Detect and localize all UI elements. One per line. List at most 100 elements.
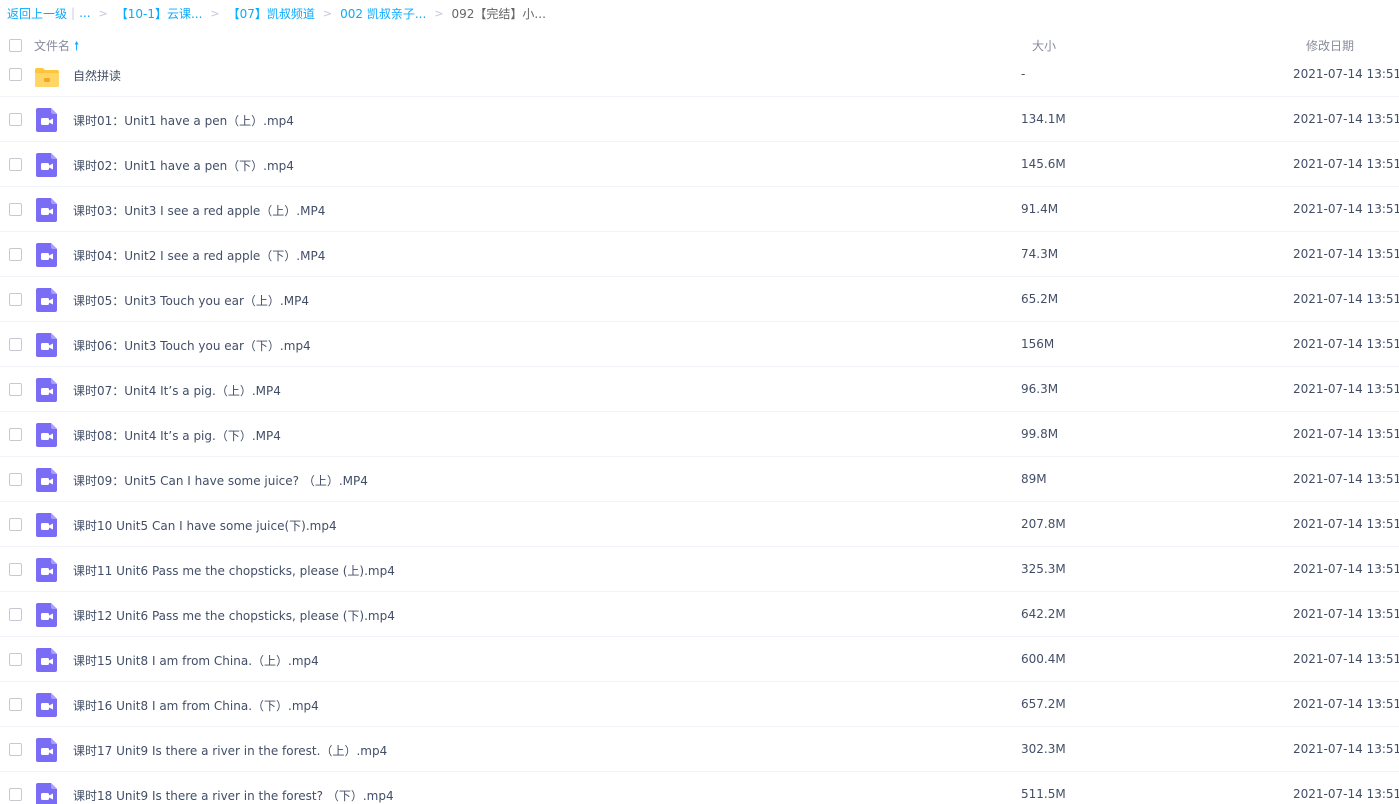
file-name[interactable]: 课时09：Unit5 Can I have some juice? （上）.MP… bbox=[73, 472, 368, 489]
row-checkbox[interactable] bbox=[9, 158, 22, 171]
row-checkbox[interactable] bbox=[9, 428, 22, 441]
breadcrumb: 返回上一级 | ... > 【10-1】云课... > 【07】凯叔频道 > 0… bbox=[7, 4, 546, 22]
file-name[interactable]: 课时18 Unit9 Is there a river in the fores… bbox=[73, 787, 394, 804]
folder-icon bbox=[34, 64, 60, 90]
file-size: 511.5M bbox=[1021, 787, 1066, 801]
file-date: 2021-07-14 13:51 bbox=[1293, 67, 1399, 81]
file-name[interactable]: 课时03：Unit3 I see a red apple（上）.MP4 bbox=[73, 202, 325, 219]
row-checkbox[interactable] bbox=[9, 608, 22, 621]
row-checkbox[interactable] bbox=[9, 203, 22, 216]
file-row[interactable]: 课时02：Unit1 have a pen（下）.mp4 145.6M 2021… bbox=[0, 142, 1399, 187]
file-name[interactable]: 课时11 Unit6 Pass me the chopsticks, pleas… bbox=[73, 562, 395, 579]
file-name[interactable]: 课时07：Unit4 It’s a pig.（上）.MP4 bbox=[73, 382, 281, 399]
file-row[interactable]: 课时05：Unit3 Touch you ear（上）.MP4 65.2M 20… bbox=[0, 277, 1399, 322]
file-date: 2021-07-14 13:51 bbox=[1293, 157, 1399, 171]
breadcrumb-ellipsis[interactable]: ... bbox=[79, 6, 90, 20]
file-row[interactable]: 课时04：Unit2 I see a red apple（下）.MP4 74.3… bbox=[0, 232, 1399, 277]
row-checkbox[interactable] bbox=[9, 563, 22, 576]
back-link[interactable]: 返回上一级 bbox=[7, 5, 67, 22]
breadcrumb-item[interactable]: 【07】凯叔频道 bbox=[228, 5, 315, 22]
breadcrumb-item[interactable]: 002 凯叔亲子... bbox=[340, 5, 426, 22]
file-date: 2021-07-14 13:51 bbox=[1293, 652, 1399, 666]
file-date: 2021-07-14 13:51 bbox=[1293, 202, 1399, 216]
file-row[interactable]: 课时06：Unit3 Touch you ear（下）.mp4 156M 202… bbox=[0, 322, 1399, 367]
row-checkbox[interactable] bbox=[9, 293, 22, 306]
select-all-checkbox[interactable] bbox=[9, 39, 22, 52]
row-checkbox[interactable] bbox=[9, 383, 22, 396]
file-name[interactable]: 课时02：Unit1 have a pen（下）.mp4 bbox=[73, 157, 294, 174]
video-icon bbox=[34, 107, 60, 133]
file-size: - bbox=[1021, 67, 1026, 81]
file-date: 2021-07-14 13:51 bbox=[1293, 742, 1399, 756]
file-size: 89M bbox=[1021, 472, 1047, 486]
file-name[interactable]: 课时17 Unit9 Is there a river in the fores… bbox=[73, 742, 387, 759]
file-manager: 返回上一级 | ... > 【10-1】云课... > 【07】凯叔频道 > 0… bbox=[0, 0, 1399, 804]
file-name[interactable]: 课时04：Unit2 I see a red apple（下）.MP4 bbox=[73, 247, 325, 264]
file-size: 91.4M bbox=[1021, 202, 1059, 216]
file-name[interactable]: 自然拼读 bbox=[73, 67, 121, 84]
column-name-label: 文件名 bbox=[34, 39, 71, 53]
row-checkbox[interactable] bbox=[9, 788, 22, 801]
file-size: 65.2M bbox=[1021, 292, 1059, 306]
file-row[interactable]: 课时15 Unit8 I am from China.（上）.mp4 600.4… bbox=[0, 637, 1399, 682]
file-size: 99.8M bbox=[1021, 427, 1059, 441]
file-size: 74.3M bbox=[1021, 247, 1059, 261]
file-row[interactable]: 课时08：Unit4 It’s a pig.（下）.MP4 99.8M 2021… bbox=[0, 412, 1399, 457]
row-checkbox[interactable] bbox=[9, 743, 22, 756]
file-date: 2021-07-14 13:51 bbox=[1293, 292, 1399, 306]
file-row[interactable]: 课时03：Unit3 I see a red apple（上）.MP4 91.4… bbox=[0, 187, 1399, 232]
file-name[interactable]: 课时05：Unit3 Touch you ear（上）.MP4 bbox=[73, 292, 309, 309]
file-size: 657.2M bbox=[1021, 697, 1066, 711]
file-date: 2021-07-14 13:51 bbox=[1293, 382, 1399, 396]
row-checkbox[interactable] bbox=[9, 653, 22, 666]
row-checkbox[interactable] bbox=[9, 338, 22, 351]
row-checkbox[interactable] bbox=[9, 248, 22, 261]
file-row[interactable]: 课时09：Unit5 Can I have some juice? （上）.MP… bbox=[0, 457, 1399, 502]
breadcrumb-separator: > bbox=[98, 6, 108, 20]
row-checkbox[interactable] bbox=[9, 518, 22, 531]
breadcrumb-separator: > bbox=[434, 6, 444, 20]
video-icon bbox=[34, 467, 60, 493]
file-date: 2021-07-14 13:51 bbox=[1293, 112, 1399, 126]
file-name[interactable]: 课时01：Unit1 have a pen（上）.mp4 bbox=[73, 112, 294, 129]
file-date: 2021-07-14 13:51 bbox=[1293, 247, 1399, 261]
file-size: 207.8M bbox=[1021, 517, 1066, 531]
file-row[interactable]: 课时18 Unit9 Is there a river in the fores… bbox=[0, 772, 1399, 804]
file-size: 325.3M bbox=[1021, 562, 1066, 576]
file-size: 156M bbox=[1021, 337, 1055, 351]
video-icon bbox=[34, 557, 60, 583]
video-icon bbox=[34, 422, 60, 448]
file-name[interactable]: 课时06：Unit3 Touch you ear（下）.mp4 bbox=[73, 337, 311, 354]
file-date: 2021-07-14 13:51 bbox=[1293, 607, 1399, 621]
file-name[interactable]: 课时12 Unit6 Pass me the chopsticks, pleas… bbox=[73, 607, 395, 624]
file-row[interactable]: 课时16 Unit8 I am from China.（下）.mp4 657.2… bbox=[0, 682, 1399, 727]
video-icon bbox=[34, 512, 60, 538]
video-icon bbox=[34, 197, 60, 223]
breadcrumb-divider: | bbox=[71, 6, 76, 20]
row-checkbox[interactable] bbox=[9, 473, 22, 486]
row-checkbox[interactable] bbox=[9, 113, 22, 126]
file-date: 2021-07-14 13:51 bbox=[1293, 787, 1399, 801]
file-name[interactable]: 课时15 Unit8 I am from China.（上）.mp4 bbox=[73, 652, 319, 669]
file-row[interactable]: 课时17 Unit9 Is there a river in the fores… bbox=[0, 727, 1399, 772]
file-row[interactable]: 课时12 Unit6 Pass me the chopsticks, pleas… bbox=[0, 592, 1399, 637]
row-checkbox[interactable] bbox=[9, 698, 22, 711]
file-date: 2021-07-14 13:51 bbox=[1293, 472, 1399, 486]
file-row[interactable]: 课时07：Unit4 It’s a pig.（上）.MP4 96.3M 2021… bbox=[0, 367, 1399, 412]
file-date: 2021-07-14 13:51 bbox=[1293, 517, 1399, 531]
file-row[interactable]: 课时01：Unit1 have a pen（上）.mp4 134.1M 2021… bbox=[0, 97, 1399, 142]
file-size: 134.1M bbox=[1021, 112, 1066, 126]
file-name[interactable]: 课时08：Unit4 It’s a pig.（下）.MP4 bbox=[73, 427, 281, 444]
file-row[interactable]: 课时10 Unit5 Can I have some juice(下).mp4 … bbox=[0, 502, 1399, 547]
file-name[interactable]: 课时10 Unit5 Can I have some juice(下).mp4 bbox=[73, 517, 337, 534]
file-row[interactable]: 课时11 Unit6 Pass me the chopsticks, pleas… bbox=[0, 547, 1399, 592]
breadcrumb-item[interactable]: 【10-1】云课... bbox=[116, 5, 203, 22]
file-row[interactable]: 自然拼读 - 2021-07-14 13:51 bbox=[0, 52, 1399, 97]
row-checkbox[interactable] bbox=[9, 68, 22, 81]
file-size: 642.2M bbox=[1021, 607, 1066, 621]
file-size: 145.6M bbox=[1021, 157, 1066, 171]
breadcrumb-separator: > bbox=[210, 6, 220, 20]
file-size: 302.3M bbox=[1021, 742, 1066, 756]
file-name[interactable]: 课时16 Unit8 I am from China.（下）.mp4 bbox=[73, 697, 319, 714]
video-icon bbox=[34, 287, 60, 313]
